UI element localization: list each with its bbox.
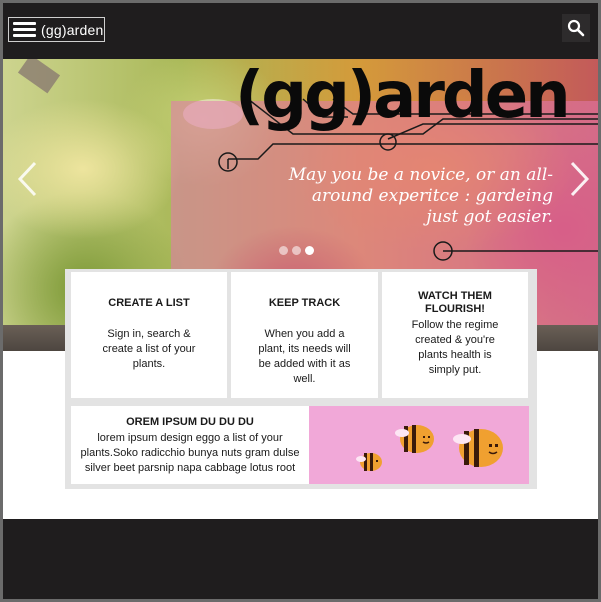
feature-description: Follow the regime created & you're plant… (411, 319, 499, 376)
carousel-next-button[interactable] (568, 159, 592, 199)
feature-cards: CREATE A LIST Sign in, search & create a… (65, 269, 537, 401)
promo-title: OREM IPSUM DU DU DU (126, 416, 254, 428)
feature-description: Sign in, search & create a list of your … (102, 328, 196, 370)
hero-tagline: May you be a novice, or an all-around ex… (288, 165, 553, 227)
carousel-dot[interactable] (292, 246, 301, 255)
feature-card-watch-flourish: WATCH THEM FLOURISH! Follow the regime c… (382, 272, 528, 398)
search-icon (567, 19, 585, 37)
chevron-left-icon (17, 161, 37, 197)
menu-brand-button[interactable]: (gg)arden (8, 17, 105, 42)
chevron-right-icon (570, 161, 590, 197)
bee-icon (356, 425, 503, 471)
bee-illustration (309, 406, 529, 484)
carousel-dot-active[interactable] (305, 246, 314, 255)
brand-label: (gg)arden (41, 21, 104, 38)
feature-title: WATCH THEM FLOURISH! (418, 290, 492, 315)
carousel-dot[interactable] (279, 246, 288, 255)
promo-text-block: OREM IPSUM DU DU DU lorem ipsum design e… (71, 406, 309, 484)
feature-description: When you add a plant, its needs will be … (258, 328, 351, 385)
page-frame: (gg)arden (gg)arden May you be a novice,… (3, 3, 598, 599)
feature-title: CREATE A LIST (108, 297, 190, 309)
hero-title: (gg)arden (235, 59, 571, 133)
feature-card-keep-track: KEEP TRACK When you add a plant, its nee… (231, 272, 378, 398)
feature-card-create-list: CREATE A LIST Sign in, search & create a… (71, 272, 227, 398)
page-footer (3, 519, 598, 599)
promo-body: lorem ipsum design eggo a list of your p… (80, 432, 300, 474)
carousel-indicators (279, 246, 314, 255)
promo-section: OREM IPSUM DU DU DU lorem ipsum design e… (65, 401, 537, 489)
search-button[interactable] (562, 14, 590, 42)
hero-background-detail (17, 59, 61, 94)
top-navigation-bar: (gg)arden (3, 3, 598, 59)
feature-title: KEEP TRACK (268, 297, 341, 309)
carousel-prev-button[interactable] (15, 159, 39, 199)
hamburger-menu-icon (13, 22, 36, 37)
